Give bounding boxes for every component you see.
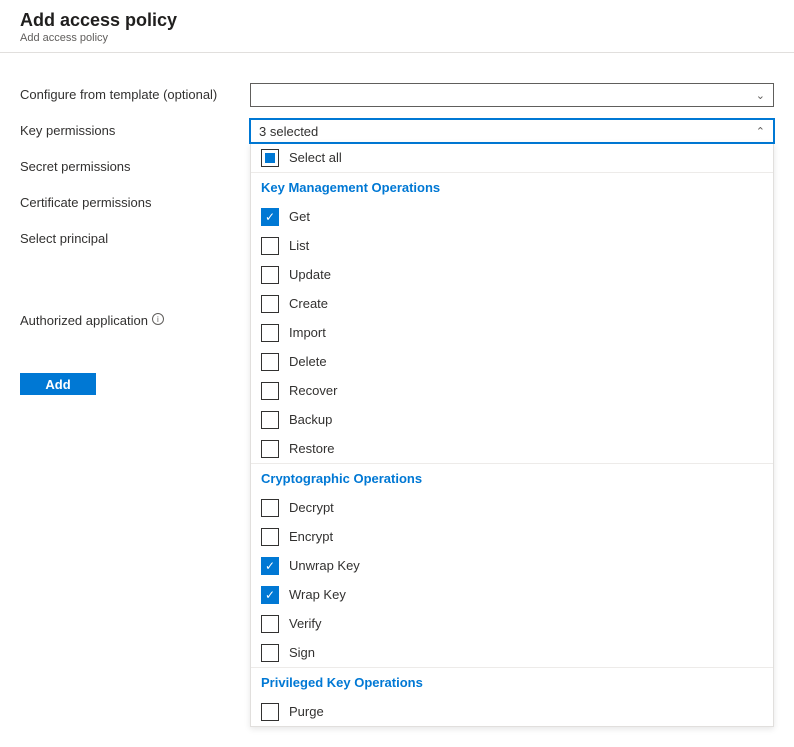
controls-column: ⌄ 3 selected ⌃ Select all Key Management… (250, 83, 774, 727)
checkmark-icon: ✓ (265, 560, 275, 572)
configure-template-select[interactable]: ⌄ (250, 83, 774, 107)
key-permissions-select[interactable]: 3 selected ⌃ (250, 119, 774, 143)
info-icon[interactable]: i (152, 313, 164, 325)
permission-option[interactable]: Delete (251, 347, 773, 376)
permission-option[interactable]: Purge (251, 697, 773, 726)
key-permissions-dropdown: Select all Key Management Operations ✓ Get… (250, 143, 774, 727)
labels-column: Configure from template (optional) Key p… (20, 83, 250, 727)
permission-option[interactable]: Update (251, 260, 773, 289)
permission-checkbox[interactable]: ✓ (261, 586, 279, 604)
permission-label: Import (289, 325, 326, 340)
permission-label: List (289, 238, 309, 253)
page-subtitle: Add access policy (20, 32, 774, 44)
chevron-up-icon: ⌃ (756, 125, 765, 138)
permission-label: Wrap Key (289, 587, 346, 602)
permission-option[interactable]: Import (251, 318, 773, 347)
label-secret-permissions: Secret permissions (20, 155, 250, 191)
permission-option[interactable]: Verify (251, 609, 773, 638)
permission-label: Delete (289, 354, 327, 369)
page-title: Add access policy (20, 10, 774, 31)
permission-checkbox[interactable] (261, 703, 279, 721)
permission-checkbox[interactable]: ✓ (261, 208, 279, 226)
permission-option[interactable]: Decrypt (251, 493, 773, 522)
permission-label: Encrypt (289, 529, 333, 544)
permission-checkbox[interactable] (261, 528, 279, 546)
key-permissions-summary: 3 selected (259, 124, 318, 139)
permission-checkbox[interactable]: ✓ (261, 557, 279, 575)
group-header: Privileged Key Operations (251, 667, 773, 697)
select-all-row[interactable]: Select all (251, 143, 773, 172)
permission-checkbox[interactable] (261, 615, 279, 633)
add-button[interactable]: Add (20, 373, 96, 395)
permission-checkbox[interactable] (261, 411, 279, 429)
group-header: Cryptographic Operations (251, 463, 773, 493)
permission-label: Sign (289, 645, 315, 660)
permission-label: Create (289, 296, 328, 311)
permission-label: Backup (289, 412, 332, 427)
permission-checkbox[interactable] (261, 324, 279, 342)
permission-option[interactable]: Backup (251, 405, 773, 434)
permission-label: Update (289, 267, 331, 282)
select-all-label: Select all (289, 150, 342, 165)
permission-checkbox[interactable] (261, 237, 279, 255)
permission-option[interactable]: ✓ Get (251, 202, 773, 231)
label-key-permissions: Key permissions (20, 119, 250, 155)
permission-option[interactable]: ✓ Unwrap Key (251, 551, 773, 580)
permission-option[interactable]: Encrypt (251, 522, 773, 551)
label-select-principal: Select principal (20, 227, 250, 263)
permission-option[interactable]: Create (251, 289, 773, 318)
permission-label: Decrypt (289, 500, 334, 515)
permission-checkbox[interactable] (261, 382, 279, 400)
label-authorized-application-text: Authorized application (20, 313, 148, 328)
permission-option[interactable]: Restore (251, 434, 773, 463)
label-authorized-application: Authorized application i (20, 309, 250, 345)
permission-label: Purge (289, 704, 324, 719)
body: Configure from template (optional) Key p… (0, 53, 794, 747)
label-configure-template: Configure from template (optional) (20, 83, 250, 119)
page-header: Add access policy Add access policy (0, 0, 794, 53)
permission-option[interactable]: List (251, 231, 773, 260)
permission-checkbox[interactable] (261, 295, 279, 313)
label-certificate-permissions: Certificate permissions (20, 191, 250, 227)
permission-label: Unwrap Key (289, 558, 360, 573)
permission-checkbox[interactable] (261, 440, 279, 458)
permission-option[interactable]: Recover (251, 376, 773, 405)
permission-label: Verify (289, 616, 322, 631)
permission-checkbox[interactable] (261, 644, 279, 662)
permission-checkbox[interactable] (261, 353, 279, 371)
permission-option[interactable]: Sign (251, 638, 773, 667)
permission-label: Recover (289, 383, 337, 398)
permission-option[interactable]: ✓ Wrap Key (251, 580, 773, 609)
permission-label: Get (289, 209, 310, 224)
permission-checkbox[interactable] (261, 499, 279, 517)
chevron-down-icon: ⌄ (756, 89, 765, 102)
checkmark-icon: ✓ (265, 211, 275, 223)
select-all-checkbox[interactable] (261, 149, 279, 167)
permission-checkbox[interactable] (261, 266, 279, 284)
checkmark-icon: ✓ (265, 589, 275, 601)
group-header: Key Management Operations (251, 172, 773, 202)
permission-label: Restore (289, 441, 335, 456)
